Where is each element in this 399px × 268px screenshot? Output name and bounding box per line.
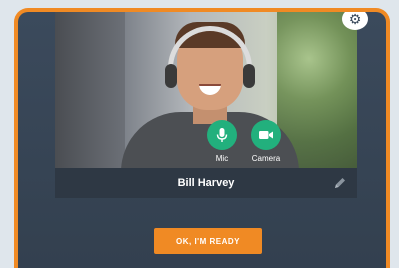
setup-card: Mic Camera ⚙ Bill Harvey OK, I'M READY [14, 8, 390, 268]
video-camera-icon [259, 131, 273, 139]
ok-ready-button[interactable]: OK, I'M READY [154, 228, 262, 254]
video-preview: Mic Camera [55, 12, 357, 168]
headphones-right-cup [243, 64, 255, 88]
camera-label: Camera [251, 154, 281, 163]
microphone-icon [216, 128, 228, 142]
participant-name: Bill Harvey [177, 177, 235, 189]
settings-gear-button[interactable]: ⚙ [342, 11, 368, 30]
mic-toggle-button[interactable] [207, 120, 237, 150]
camera-toggle-button[interactable] [251, 120, 281, 150]
pencil-icon[interactable] [333, 176, 347, 190]
participant-name-bar: Bill Harvey [55, 168, 357, 198]
video-background-window [55, 12, 125, 168]
mic-label: Mic [215, 154, 229, 163]
gear-icon: ⚙ [348, 11, 362, 27]
headphones-left-cup [165, 64, 177, 88]
